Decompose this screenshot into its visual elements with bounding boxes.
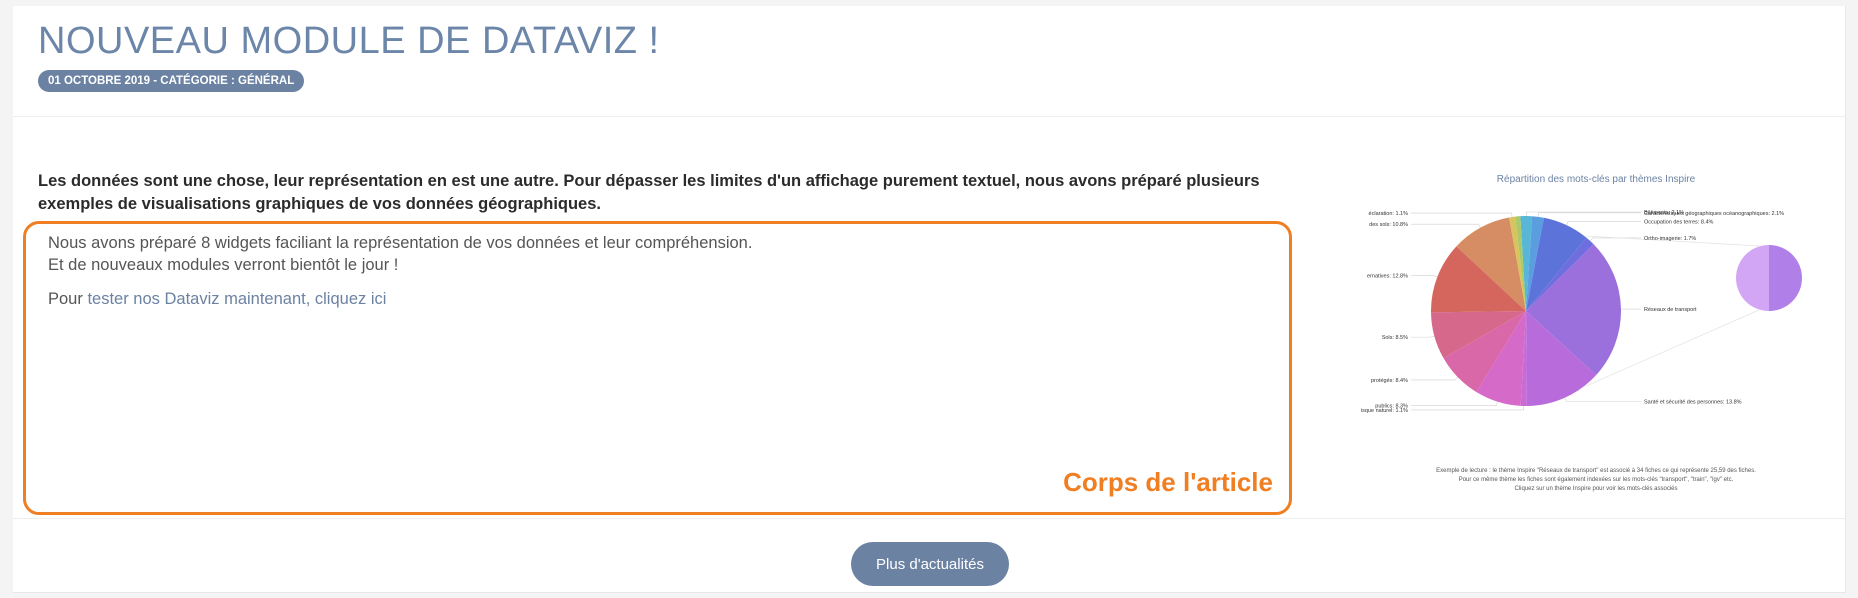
pie-slice-label: protégés: 8.4% <box>1371 378 1408 384</box>
pie-slice-label: Santé et sécurité des personnes: 13.8% <box>1644 399 1742 405</box>
pie-slice-label: éclaration: 1.1% <box>1369 211 1409 217</box>
pie-leader-line <box>1411 405 1525 411</box>
pie-leader-line <box>1411 401 1498 406</box>
article-card: NOUVEAU MODULE DE DATAVIZ ! 01 OCTOBRE 2… <box>13 6 1846 593</box>
chart-caption-3: Cliquez sur un thème Inspire pour voir l… <box>1514 486 1677 492</box>
pie-slice-label: des sols: 10.8% <box>1369 222 1408 228</box>
pie-leader-line <box>1411 223 1481 228</box>
pie-slice-label: ernatives: 12.8% <box>1367 273 1408 279</box>
drilldown-slice[interactable] <box>1736 245 1769 311</box>
body-line-1: Nous avons préparé 8 widgets faciliant l… <box>48 234 753 252</box>
article-body-annotation: Corps de l'article <box>1063 467 1273 497</box>
body-line-3-prefix: Pour <box>48 290 88 308</box>
article-intro: Les données sont une chose, leur représe… <box>38 172 1260 213</box>
pie-leader-line <box>1566 221 1641 226</box>
keywords-pie-chart[interactable]: Répartition des mots-clés par thèmes Ins… <box>1338 166 1841 506</box>
dataviz-test-link[interactable]: tester nos Dataviz maintenant, cliquez i… <box>87 290 386 308</box>
pie-leader-line <box>1564 397 1641 402</box>
pie-leader-line <box>1537 212 1641 217</box>
article-body-highlight: Nous avons préparé 8 widgets faciliant l… <box>23 221 1292 515</box>
pie-slice-label: Réseaux de transport <box>1644 307 1697 313</box>
drilldown-pie[interactable] <box>1736 245 1802 311</box>
chart-caption-2: Pour ce même thème les fiches sont égale… <box>1459 477 1734 483</box>
pie-slice-label: Sols: 8.5% <box>1382 335 1408 341</box>
body-line-2: Et de nouveaux modules verront bientôt l… <box>48 256 399 274</box>
header-divider <box>13 116 1845 117</box>
body-line-3: Pour tester nos Dataviz maintenant, cliq… <box>48 288 752 310</box>
pie-slice-label: Ortho-imagerie: 1.7% <box>1644 236 1696 242</box>
article-title: NOUVEAU MODULE DE DATAVIZ ! <box>38 20 660 62</box>
pie-leader-line <box>1411 275 1438 278</box>
date-category-badge: 01 OCTOBRE 2019 - CATÉGORIE : GÉNÉRAL <box>38 70 305 92</box>
pie-slice-label: publics: 8.3% <box>1375 403 1408 409</box>
pie-leader-line <box>1411 212 1513 218</box>
pie-leader-line <box>1411 376 1459 381</box>
article-body: Nous avons préparé 8 widgets faciliant l… <box>48 232 752 310</box>
chart-caption-1: Exemple de lecture : le thème Inspire "R… <box>1436 468 1756 474</box>
pie-chart-svg[interactable]: Répartition des mots-clés par thèmes Ins… <box>1338 166 1841 506</box>
pie-slice-label: Caractéristiques géographiques océanogra… <box>1644 211 1784 217</box>
pie-leader-line <box>1411 335 1435 338</box>
more-news-button[interactable]: Plus d'actualités <box>851 542 1009 586</box>
footer-divider <box>13 518 1845 519</box>
pie-slice-label: Occupation des terres: 8.4% <box>1644 219 1714 225</box>
chart-title: Répartition des mots-clés par thèmes Ins… <box>1497 174 1696 185</box>
pie-slices[interactable] <box>1431 216 1621 406</box>
drilldown-slice[interactable] <box>1769 245 1802 311</box>
